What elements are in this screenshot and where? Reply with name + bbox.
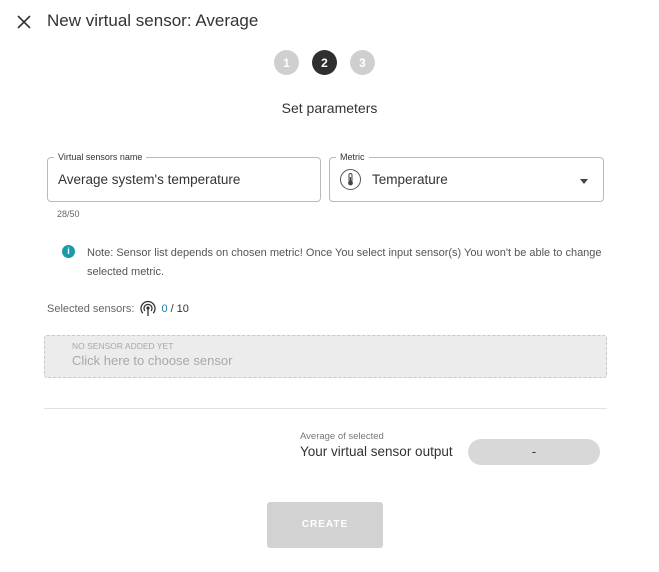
step-subtitle: Set parameters: [281, 100, 378, 116]
thermometer-icon: [340, 169, 361, 190]
character-counter: 28/50: [57, 209, 80, 219]
dialog-title: New virtual sensor: Average: [47, 11, 259, 30]
step-3: 3: [350, 50, 375, 75]
sensor-name-label: Virtual sensors name: [54, 151, 147, 163]
count-separator: /: [170, 303, 174, 315]
choose-sensor-hint: Click here to choose sensor: [72, 353, 233, 368]
sensor-signal-icon: [139, 300, 157, 318]
dialog-header: New virtual sensor: Average: [0, 0, 659, 46]
close-icon[interactable]: [14, 12, 34, 32]
sensor-name-value[interactable]: Average system's temperature: [58, 172, 240, 187]
output-label: Your virtual sensor output: [300, 444, 453, 459]
sensor-name-field[interactable]: Virtual sensors name Average system's te…: [47, 151, 321, 202]
selected-count: 0: [161, 303, 168, 315]
step-1: 1: [274, 50, 299, 75]
step-2: 2: [312, 50, 337, 75]
max-count: 10: [176, 303, 189, 315]
metric-select[interactable]: Metric Temperature: [329, 151, 604, 202]
note-text: Note: Sensor list depends on chosen metr…: [87, 247, 602, 278]
create-button[interactable]: CREATE: [267, 502, 383, 548]
divider: [44, 408, 607, 409]
metric-label: Metric: [336, 151, 369, 163]
choose-sensor-area[interactable]: NO SENSOR ADDED YET Click here to choose…: [44, 335, 607, 378]
no-sensor-label: NO SENSOR ADDED YET: [72, 341, 174, 351]
output-value: -: [468, 439, 600, 465]
metric-value: Temperature: [372, 172, 448, 187]
selected-sensors-label: Selected sensors:: [47, 303, 135, 315]
chevron-down-icon[interactable]: [580, 179, 588, 184]
output-caption: Average of selected: [300, 431, 384, 442]
selected-sensors-summary: Selected sensors: 0 / 10: [47, 300, 189, 318]
info-icon: i: [62, 245, 75, 258]
stepper: 1 2 3: [274, 50, 375, 75]
